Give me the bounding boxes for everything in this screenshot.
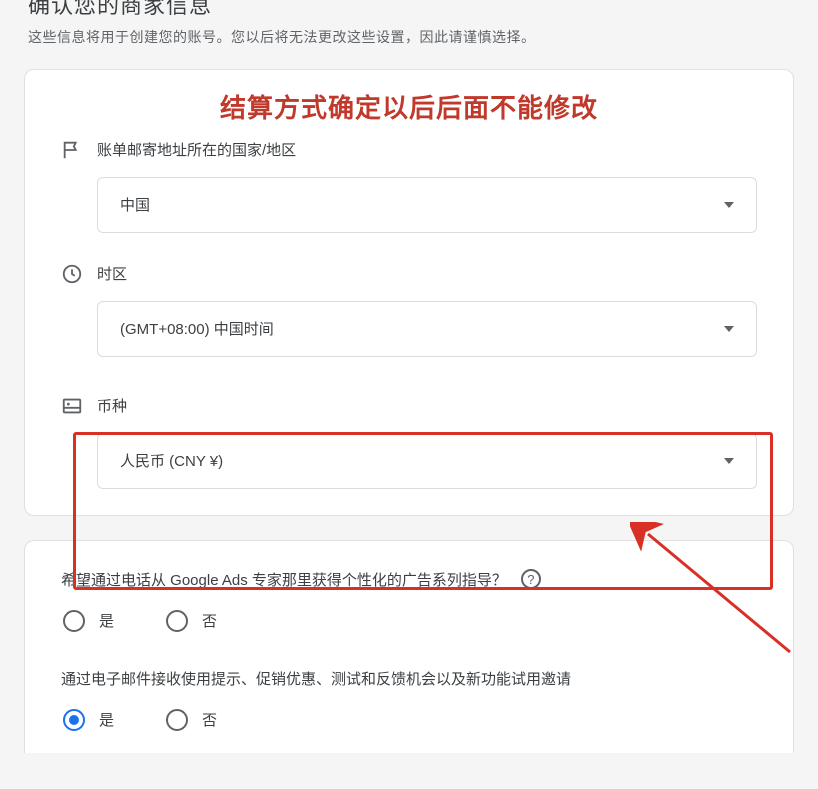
timezone-field: 时区 (GMT+08:00) 中国时间 — [61, 263, 757, 357]
radio-icon — [63, 610, 85, 632]
country-field: 账单邮寄地址所在的国家/地区 中国 — [61, 139, 757, 233]
radio-icon — [63, 709, 85, 731]
phone-radio-yes[interactable]: 是 — [63, 610, 114, 632]
flag-icon — [61, 139, 83, 161]
phone-question: 希望通过电话从 Google Ads 专家那里获得个性化的广告系列指导？ ? — [61, 569, 757, 590]
currency-icon — [61, 395, 83, 417]
page-subtitle: 这些信息将用于创建您的账号。您以后将无法更改这些设置，因此请谨慎选择。 — [28, 27, 790, 47]
clock-icon — [61, 263, 83, 285]
page-title: 确认您的商家信息 — [28, 0, 790, 21]
chevron-down-icon — [724, 326, 734, 332]
billing-info-card: 结算方式确定以后后面不能修改 账单邮寄地址所在的国家/地区 中国 时区 (GMT… — [24, 69, 794, 516]
timezone-label: 时区 — [97, 263, 127, 284]
warning-annotation: 结算方式确定以后后面不能修改 — [61, 88, 757, 125]
help-icon[interactable]: ? — [521, 569, 541, 589]
chevron-down-icon — [724, 202, 734, 208]
currency-select[interactable]: 人民币 (CNY ¥) — [97, 433, 757, 489]
currency-value: 人民币 (CNY ¥) — [120, 450, 223, 471]
email-no-label: 否 — [202, 709, 217, 730]
country-label: 账单邮寄地址所在的国家/地区 — [97, 139, 296, 160]
email-radio-yes[interactable]: 是 — [63, 709, 114, 731]
phone-radio-group: 是 否 — [63, 610, 757, 632]
radio-icon — [166, 709, 188, 731]
radio-icon — [166, 610, 188, 632]
email-radio-group: 是 否 — [63, 709, 757, 731]
currency-label: 币种 — [97, 395, 127, 416]
email-radio-no[interactable]: 否 — [166, 709, 217, 731]
country-select[interactable]: 中国 — [97, 177, 757, 233]
timezone-value: (GMT+08:00) 中国时间 — [120, 318, 274, 339]
email-yes-label: 是 — [99, 709, 114, 730]
phone-yes-label: 是 — [99, 610, 114, 631]
timezone-select[interactable]: (GMT+08:00) 中国时间 — [97, 301, 757, 357]
phone-question-text: 希望通过电话从 Google Ads 专家那里获得个性化的广告系列指导？ — [61, 569, 507, 590]
preferences-card: 希望通过电话从 Google Ads 专家那里获得个性化的广告系列指导？ ? 是… — [24, 540, 794, 753]
phone-radio-no[interactable]: 否 — [166, 610, 217, 632]
phone-no-label: 否 — [202, 610, 217, 631]
email-question-text: 通过电子邮件接收使用提示、促销优惠、测试和反馈机会以及新功能试用邀请 — [61, 668, 571, 689]
currency-field: 币种 人民币 (CNY ¥) — [61, 395, 757, 489]
email-question: 通过电子邮件接收使用提示、促销优惠、测试和反馈机会以及新功能试用邀请 — [61, 668, 757, 689]
chevron-down-icon — [724, 458, 734, 464]
country-value: 中国 — [120, 194, 150, 215]
